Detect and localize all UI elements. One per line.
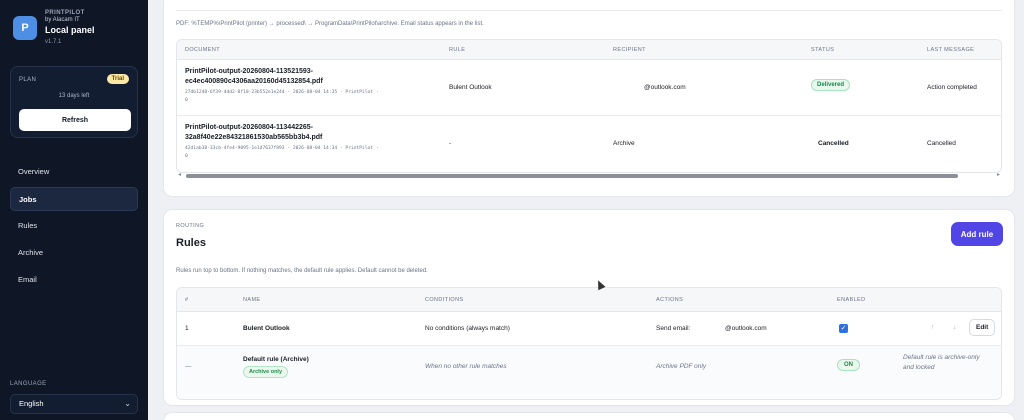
sidebar-item-email[interactable]: Email: [10, 268, 138, 292]
last-message: Cancelled: [927, 140, 956, 147]
sidebar-item-overview[interactable]: Overview: [10, 160, 138, 184]
col-last-message: LAST MESSAGE: [927, 47, 975, 53]
document-name: PrintPilot-output-20260804-113442265- 32…: [185, 124, 323, 141]
rule-action: Archive PDF only: [656, 363, 707, 370]
col-number: #: [185, 297, 189, 303]
col-enabled: ENABLED: [837, 297, 866, 303]
horizontal-scrollbar[interactable]: ◂ ▸: [176, 171, 1002, 181]
edit-rule-button[interactable]: Edit: [969, 319, 996, 336]
plan-label: PLAN: [19, 77, 37, 83]
language-select[interactable]: English ⌄: [10, 394, 138, 414]
app-version: v1.7.1: [45, 39, 62, 45]
chevron-down-icon: ⌄: [124, 399, 131, 408]
document-meta: 27db1248-6f39-4dd2-8f10-23b552e1e244 · 2…: [185, 90, 379, 103]
table-row[interactable]: PrintPilot-output-20260804-113442265- 32…: [177, 116, 1001, 172]
refresh-button[interactable]: Refresh: [19, 109, 131, 131]
pdf-path-note: PDF: %TEMP%\PrintPilot (printer) → proce…: [176, 21, 484, 27]
brand-title: Local panel: [45, 25, 95, 35]
rule-action-label: Send email:: [656, 325, 691, 332]
table-row[interactable]: 1 Bulent Outlook No conditions (always m…: [177, 312, 1001, 346]
rules-table: # NAME CONDITIONS ACTIONS ENABLED 1 Bule…: [176, 287, 1002, 400]
enabled-badge: ON: [837, 359, 860, 371]
col-rule: RULE: [449, 47, 466, 53]
divider: [176, 10, 1002, 11]
sidebar-item-rules[interactable]: Rules: [10, 214, 138, 238]
jobs-table: DOCUMENT RULE RECIPIENT STATUS LAST MESS…: [176, 39, 1002, 173]
rule-name: Bulent Outlook: [449, 84, 492, 91]
rule-name: -: [449, 140, 452, 147]
jobs-card: PDF: %TEMP%\PrintPilot (printer) → proce…: [164, 0, 1014, 196]
col-document: DOCUMENT: [185, 47, 220, 53]
recipient: @outlook.com: [644, 84, 686, 91]
archive-only-badge: Archive only: [243, 366, 289, 378]
scroll-right-icon[interactable]: ▸: [997, 171, 1000, 178]
rules-note: Rules run top to bottom. If nothing matc…: [176, 268, 428, 274]
rule-number: 1: [185, 325, 189, 332]
recipient: Archive: [613, 140, 635, 147]
move-down-icon[interactable]: ↓: [953, 324, 957, 331]
sidebar: P PRINTPILOT by Alacam IT Local panel v1…: [0, 0, 148, 420]
app-logo-icon: P: [13, 16, 37, 40]
scrollbar-thumb[interactable]: [186, 174, 958, 178]
next-card: [164, 413, 1014, 420]
jobs-table-header: DOCUMENT RULE RECIPIENT STATUS LAST MESS…: [177, 40, 1001, 60]
rules-title: Rules: [176, 237, 206, 249]
table-row[interactable]: PrintPilot-output-20260804-113521593- ec…: [177, 60, 1001, 116]
col-conditions: CONDITIONS: [425, 297, 464, 303]
rules-card: ROUTING Rules Add rule Rules run top to …: [164, 210, 1014, 405]
col-status: STATUS: [811, 47, 835, 53]
scroll-left-icon[interactable]: ◂: [178, 171, 181, 178]
status-badge: Delivered: [811, 79, 851, 91]
brand-by: by Alacam IT: [45, 17, 80, 23]
rule-action-value: @outlook.com: [725, 325, 767, 332]
col-recipient: RECIPIENT: [613, 47, 646, 53]
col-name: NAME: [243, 297, 261, 303]
default-rule-note: Default rule is archive-only and locked: [903, 354, 980, 371]
status-text: Cancelled: [818, 140, 849, 147]
sidebar-item-jobs[interactable]: Jobs: [10, 187, 138, 211]
plan-card: PLAN Trial 13 days left Refresh: [10, 66, 138, 138]
rule-number: —: [185, 363, 192, 370]
add-rule-button[interactable]: Add rule: [951, 222, 1003, 246]
move-up-icon[interactable]: ↑: [931, 324, 935, 331]
col-actions: ACTIONS: [656, 297, 684, 303]
document-meta: 42d1ab38-33cb-4fe4-9095-1e1d7637f893 · 2…: [185, 146, 379, 159]
rule-name: Default rule (Archive): [243, 356, 309, 363]
language-label: LANGUAGE: [10, 381, 47, 387]
rule-name: Bulent Outlook: [243, 325, 290, 332]
document-name: PrintPilot-output-20260804-113521593- ec…: [185, 68, 323, 85]
sidebar-nav: Overview Jobs Rules Archive Email: [10, 160, 138, 295]
sidebar-item-archive[interactable]: Archive: [10, 241, 138, 265]
rule-conditions: When no other rule matches: [425, 363, 507, 370]
brand: P PRINTPILOT by Alacam IT Local panel v1…: [13, 10, 95, 45]
days-left: 13 days left: [58, 93, 90, 99]
table-row[interactable]: — Default rule (Archive) Archive only Wh…: [177, 346, 1001, 399]
last-message: Action completed: [927, 84, 977, 91]
brand-name: PRINTPILOT: [45, 10, 85, 16]
section-label: ROUTING: [176, 223, 205, 229]
trial-badge: Trial: [106, 74, 129, 84]
enabled-checkbox[interactable]: ✓: [839, 324, 848, 333]
language-value: English: [19, 399, 44, 408]
rules-table-header: # NAME CONDITIONS ACTIONS ENABLED: [177, 288, 1001, 312]
rule-conditions: No conditions (always match): [425, 325, 510, 332]
